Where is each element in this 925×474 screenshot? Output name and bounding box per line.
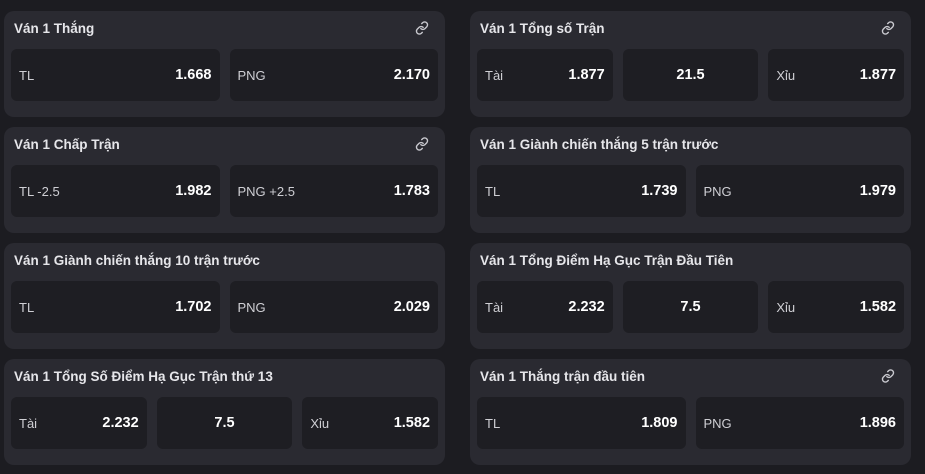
odds-value: 1.809 [641, 415, 678, 431]
odds-button[interactable]: TL 1.739 [477, 165, 686, 217]
odds-value: 1.668 [175, 67, 212, 83]
odds-button[interactable]: Tài 2.232 [477, 281, 613, 333]
odds-button[interactable]: Tài 2.232 [11, 397, 147, 449]
odds-row: TL 1.702 PNG 2.029 [11, 281, 438, 333]
odds-value: 2.232 [568, 299, 605, 315]
odds-button[interactable]: Tài 1.877 [477, 49, 613, 101]
market-title: Ván 1 Thắng trận đầu tiên [480, 369, 646, 384]
selection-label: PNG [237, 299, 266, 315]
odds-button[interactable]: Xỉu 1.877 [768, 49, 905, 101]
selection-label: Tài [19, 415, 38, 431]
odds-value: 2.029 [393, 299, 430, 315]
odds-button[interactable]: Xỉu 1.582 [302, 397, 439, 449]
odds-button[interactable]: PNG 2.029 [229, 281, 438, 333]
market-title: Ván 1 Tổng Điểm Hạ Gục Trận Đầu Tiên [480, 253, 734, 268]
odds-button[interactable]: TL 1.702 [11, 281, 220, 333]
odds-row: TL 1.739 PNG 1.979 [477, 165, 904, 217]
odds-row: Tài 2.232 7.5 Xỉu 1.582 [11, 397, 439, 449]
market-title: Ván 1 Giành chiến thắng 10 trận trước [14, 253, 260, 268]
selection-label: Tài [485, 67, 504, 83]
market-card: Ván 1 Thắng trận đầu tiên TL 1.809 PNG 1.896 [470, 359, 911, 465]
market-title: Ván 1 Thắng [14, 21, 95, 36]
odds-value: 1.982 [175, 183, 212, 199]
market-title: Ván 1 Tổng Số Điểm Hạ Gục Trận thứ 13 [14, 369, 273, 384]
line-value-cell: 7.5 [156, 397, 293, 449]
odds-row: TL 1.668 PNG 2.170 [11, 49, 438, 101]
selection-label: PNG [237, 67, 266, 83]
market-card: Ván 1 Chấp Trận TL -2.5 1.982 PNG +2.5 1.783 [4, 127, 445, 233]
link-icon[interactable] [879, 367, 897, 385]
odds-row: TL 1.809 PNG 1.896 [477, 397, 904, 449]
selection-label: TL [19, 299, 35, 315]
odds-value: 1.702 [175, 299, 212, 315]
odds-button[interactable]: TL -2.5 1.982 [11, 165, 220, 217]
selection-label: Xỉu [776, 299, 796, 315]
selection-label: TL [19, 67, 35, 83]
market-card: Ván 1 Giành chiến thắng 5 trận trước TL 1.… [470, 127, 911, 233]
line-value-cell: 21.5 [622, 49, 759, 101]
odds-button[interactable]: Xỉu 1.582 [768, 281, 905, 333]
odds-button[interactable]: PNG 1.896 [695, 397, 904, 449]
odds-button[interactable]: TL 1.809 [477, 397, 686, 449]
odds-row: Tài 2.232 7.5 Xỉu 1.582 [477, 281, 905, 333]
odds-value: 1.783 [393, 183, 430, 199]
odds-value: 1.979 [859, 183, 896, 199]
odds-value: 1.896 [859, 415, 896, 431]
odds-value: 1.582 [393, 415, 431, 431]
odds-button[interactable]: TL 1.668 [11, 49, 220, 101]
selection-label: TL [485, 183, 501, 199]
odds-row: TL -2.5 1.982 PNG +2.5 1.783 [11, 165, 438, 217]
odds-row: Tài 1.877 21.5 Xỉu 1.877 [477, 49, 905, 101]
market-title: Ván 1 Tổng số Trận [480, 21, 605, 36]
selection-label: Xỉu [310, 415, 330, 431]
selection-label: PNG [703, 415, 732, 431]
odds-value: 2.232 [102, 415, 139, 431]
selection-label: Xỉu [776, 67, 796, 83]
odds-button[interactable]: PNG +2.5 1.783 [229, 165, 438, 217]
selection-label: PNG +2.5 [237, 183, 295, 199]
market-card: Ván 1 Thắng TL 1.668 PNG 2.170 [4, 11, 445, 117]
line-value: 7.5 [214, 415, 235, 431]
market-card: Ván 1 Tổng số Trận Tài 1.877 21.5 Xỉu 1.877 [470, 11, 911, 117]
link-icon[interactable] [879, 19, 897, 37]
odds-button[interactable]: PNG 2.170 [229, 49, 438, 101]
odds-value: 2.170 [393, 67, 430, 83]
line-value-cell: 7.5 [622, 281, 759, 333]
odds-value: 1.877 [568, 67, 605, 83]
link-icon[interactable] [413, 135, 431, 153]
selection-label: PNG [703, 183, 732, 199]
odds-value: 1.877 [859, 67, 897, 83]
market-title: Ván 1 Chấp Trận [14, 137, 120, 152]
selection-label: Tài [485, 299, 504, 315]
market-card: Ván 1 Tổng Điểm Hạ Gục Trận Đầu Tiên Tài 2… [470, 243, 911, 349]
market-card: Ván 1 Tổng Số Điểm Hạ Gục Trận thứ 13 Tài… [4, 359, 445, 465]
line-value: 21.5 [676, 67, 705, 83]
odds-value: 1.582 [859, 299, 897, 315]
odds-button[interactable]: PNG 1.979 [695, 165, 904, 217]
link-icon[interactable] [413, 19, 431, 37]
market-card: Ván 1 Giành chiến thắng 10 trận trước TL 1… [4, 243, 445, 349]
odds-value: 1.739 [641, 183, 678, 199]
selection-label: TL -2.5 [19, 183, 60, 199]
selection-label: TL [485, 415, 501, 431]
line-value: 7.5 [680, 299, 701, 315]
market-title: Ván 1 Giành chiến thắng 5 trận trước [480, 137, 719, 152]
